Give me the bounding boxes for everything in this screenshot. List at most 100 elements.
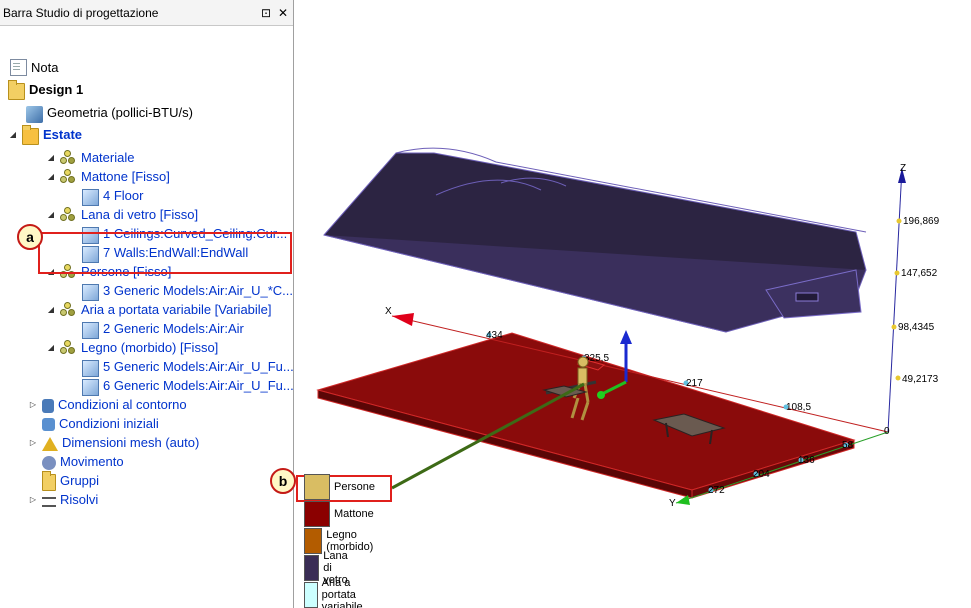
boundary-conditions-icon [42, 398, 54, 413]
tree-item[interactable]: Movimento [42, 452, 124, 471]
tree-item-label: Aria a portata variabile [Variabile] [81, 302, 272, 317]
motion-icon [42, 455, 56, 470]
legend-label: Aria a portata variabile [321, 577, 363, 608]
tree-item[interactable]: 3 Generic Models:Air:Air_U_*C... [82, 281, 294, 301]
expander-icon[interactable]: ◢ [8, 130, 18, 139]
tree-item[interactable]: Condizioni iniziali [42, 414, 159, 433]
x-tick: 434 [486, 330, 503, 341]
tree-item[interactable]: 4 Floor [82, 186, 143, 206]
y-tick: 58 [842, 440, 854, 451]
mesh-icon [42, 436, 58, 451]
legend-swatch [304, 582, 318, 608]
tree-item-label: Design 1 [29, 82, 84, 97]
tree-item[interactable]: Geometria (pollici-BTU/s) [26, 103, 193, 123]
pin-button[interactable]: ⊡ [259, 6, 273, 20]
tree-item-label: 2 Generic Models:Air:Air [103, 321, 244, 336]
tree-item-label: Condizioni al contorno [58, 397, 187, 412]
tree-item[interactable]: ◢ Legno (morbido) [Fisso] [46, 338, 218, 357]
legend-item: Aria a portata variabile [304, 577, 375, 608]
material-icon [60, 339, 77, 356]
expander-icon[interactable]: ▷ [28, 400, 38, 409]
legend-item: Mattone [304, 501, 374, 527]
y-tick: 204 [753, 469, 770, 480]
tree-item-label: Dimensioni mesh (auto) [62, 435, 200, 450]
highlight-box-persone [38, 232, 292, 274]
tree-item-label: Mattone [Fisso] [81, 169, 170, 184]
expander-icon[interactable]: ◢ [46, 172, 56, 181]
material-icon [60, 206, 77, 223]
tree-item[interactable]: 5 Generic Models:Air:Air_U_Fu... [82, 357, 294, 377]
z-tick: 49,2173 [902, 374, 939, 385]
tree-item-label: 5 Generic Models:Air:Air_U_Fu... [103, 359, 294, 374]
legend-swatch [304, 474, 330, 500]
legend-label: Mattone [334, 508, 374, 520]
tree-item[interactable]: ▷ Condizioni al contorno [28, 395, 187, 414]
tree-item[interactable]: ◢ Estate [8, 125, 83, 145]
tree-item-label: 3 Generic Models:Air:Air_U_*C... [103, 283, 294, 298]
scenario-icon [22, 125, 39, 145]
callout-a: a [17, 224, 43, 250]
part-cube-icon [82, 378, 99, 396]
y-tick: 136 [798, 455, 815, 466]
y-axis-label: Y [669, 498, 676, 509]
material-icon [60, 149, 77, 166]
panel-header: Barra Studio di progettazione ⊡ ✕ [0, 0, 293, 26]
geometry-icon [26, 106, 43, 123]
tree-item-label: Geometria (pollici-BTU/s) [47, 105, 193, 120]
ceiling-glass-wool [323, 147, 867, 333]
tree-item[interactable]: Nota [8, 58, 58, 77]
note-icon [10, 59, 27, 76]
tree-item[interactable]: ◢ Mattone [Fisso] [46, 167, 170, 186]
expander-icon[interactable]: ◢ [46, 210, 56, 219]
part-cube-icon [82, 359, 99, 377]
x-axis-label: X [385, 306, 392, 317]
tree-item[interactable]: ◢ Aria a portata variabile [Variabile] [46, 300, 272, 319]
z-tick: 147,652 [901, 268, 938, 279]
tree-item-label: Gruppi [60, 473, 100, 488]
scene-3d[interactable]: X Y Z 0 108,5 217 325,5 434 58 136 204 2… [296, 0, 971, 608]
material-icon [60, 168, 77, 185]
legend-swatch [304, 555, 320, 581]
material-icon [60, 301, 77, 318]
part-cube-icon [82, 321, 99, 339]
expander-icon[interactable]: ◢ [46, 343, 56, 352]
tree-item-label: Legno (morbido) [Fisso] [81, 340, 219, 355]
tree-item-label: 6 Generic Models:Air:Air_U_Fu... [103, 378, 294, 393]
tree-item[interactable]: ▷ Risolvi [28, 490, 98, 509]
groups-icon [42, 471, 56, 491]
design-study-bar: Barra Studio di progettazione ⊡ ✕ Nota De… [0, 0, 294, 608]
part-cube-icon [82, 188, 99, 206]
model-viewport[interactable]: X Y Z 0 108,5 217 325,5 434 58 136 204 2… [296, 0, 971, 608]
solve-icon [42, 496, 56, 507]
expander-icon[interactable]: ▷ [28, 438, 38, 447]
x-tick: 108,5 [786, 402, 811, 413]
tree-item[interactable]: 6 Generic Models:Air:Air_U_Fu... [82, 376, 294, 396]
origin-label: 0 [884, 426, 890, 437]
tree-item[interactable]: ◢ Materiale [46, 148, 134, 167]
expander-icon[interactable]: ◢ [46, 153, 56, 162]
x-tick: 217 [686, 378, 703, 389]
legend-swatch [304, 528, 323, 554]
z-axis-label: Z [900, 163, 906, 174]
part-cube-icon [82, 283, 99, 301]
legend-item: Persone [304, 474, 375, 500]
expander-icon[interactable]: ◢ [46, 305, 56, 314]
callout-b: b [270, 468, 296, 494]
z-tick: 98,4345 [898, 322, 935, 333]
tree-item[interactable]: ◢ Lana di vetro [Fisso] [46, 205, 198, 224]
legend-label: Persone [334, 481, 375, 493]
y-tick: 272 [708, 485, 725, 496]
tree-item-label: Condizioni iniziali [59, 416, 159, 431]
design-folder-icon [8, 80, 25, 100]
expander-icon[interactable]: ▷ [28, 495, 38, 504]
legend-swatch [304, 501, 330, 527]
tree-item[interactable]: 2 Generic Models:Air:Air [82, 319, 244, 339]
tree-item-label: Risolvi [60, 492, 99, 507]
tree-item-label: Materiale [81, 150, 135, 165]
tree-item-label: Estate [43, 127, 83, 142]
tree-item[interactable]: ▷ Dimensioni mesh (auto) [28, 433, 199, 452]
tree-item-label: Nota [31, 60, 59, 75]
close-button[interactable]: ✕ [276, 6, 290, 20]
tree-item[interactable]: Gruppi [42, 471, 100, 491]
tree-item[interactable]: Design 1 [8, 80, 84, 100]
